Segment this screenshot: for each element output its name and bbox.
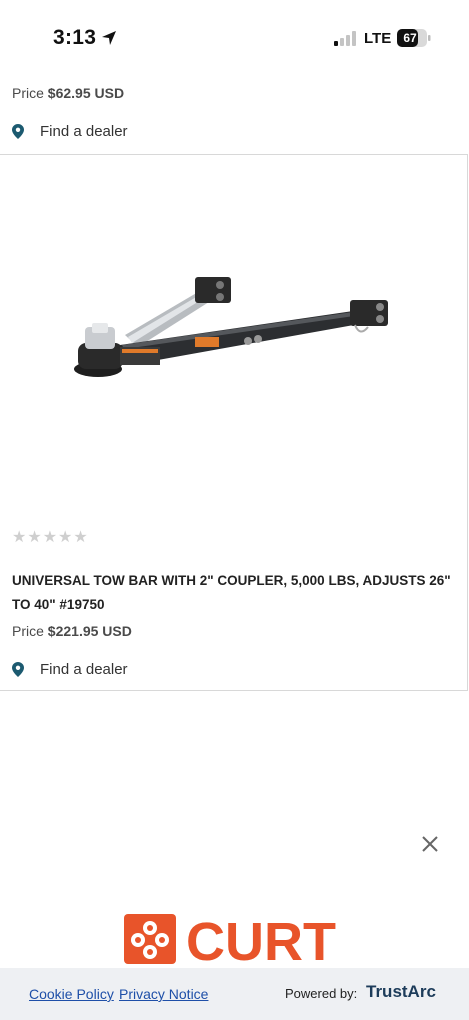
network-type: LTE [364, 30, 392, 47]
product-card[interactable]: ★★★★★ UNIVERSAL TOW BAR WITH 2" COUPLER,… [0, 154, 468, 691]
product-title[interactable]: UNIVERSAL TOW BAR WITH 2" COUPLER, 5,000… [12, 569, 452, 617]
price-label: Price [12, 85, 44, 101]
privacy-notice-link[interactable]: Privacy Notice [119, 986, 208, 1002]
cookie-policy-link[interactable]: Cookie Policy [29, 986, 114, 1002]
location-arrow-icon [102, 31, 116, 45]
price-value: $221.95 USD [47, 623, 132, 639]
price-value: $62.95 USD [47, 85, 125, 101]
signal-strength-icon [334, 31, 356, 46]
product-price: Price $221.95 USD [12, 623, 132, 639]
find-dealer-label: Find a dealer [40, 661, 128, 678]
status-time: 3:13 [53, 26, 97, 49]
map-pin-icon [12, 124, 24, 139]
curt-logo: CURT [124, 912, 336, 968]
powered-by-label: Powered by: [285, 986, 358, 1001]
cookie-footer: Cookie Policy Privacy Notice Powered by:… [0, 968, 469, 1020]
status-bar: 3:13 LTE 67 [0, 0, 469, 75]
find-dealer-link[interactable]: Find a dealer [12, 661, 128, 678]
price-label: Price [12, 623, 44, 639]
rating-stars: ★★★★★ [12, 529, 89, 546]
tow-bar-product-image[interactable] [60, 265, 410, 395]
trustarc-logo[interactable]: TrustArc [366, 982, 436, 1002]
find-dealer-label: Find a dealer [40, 123, 128, 140]
battery-level: 67 [403, 31, 417, 45]
prev-find-dealer-link[interactable]: Find a dealer [12, 123, 128, 140]
logo-text: CURT [186, 912, 336, 968]
close-icon[interactable] [420, 834, 440, 854]
prev-product-price: Price $62.95 USD [12, 85, 124, 101]
map-pin-icon [12, 662, 24, 677]
